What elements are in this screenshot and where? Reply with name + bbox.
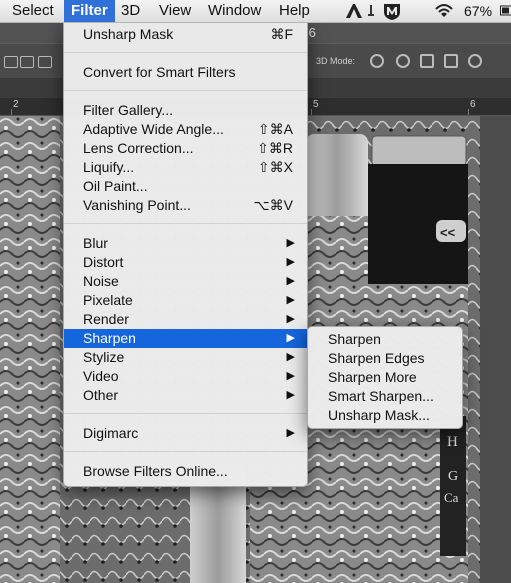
sharpen-submenu: Sharpen Sharpen Edges Sharpen More Smart…: [307, 326, 463, 429]
submenu-arrow-icon: ▶: [286, 332, 295, 344]
3d-mode-label: 3D Mode:: [316, 56, 356, 66]
submenu-arrow-icon: ▶: [286, 351, 295, 363]
submenu-arrow-icon: ▶: [286, 370, 295, 382]
menu-item-unsharp-mask-last[interactable]: Unsharp Mask ⌘F: [64, 25, 307, 44]
3d-orbit-icon[interactable]: [370, 54, 384, 68]
menu-item-browse-filters-online[interactable]: Browse Filters Online...: [64, 462, 307, 481]
wifi-icon[interactable]: [434, 0, 454, 22]
menu-item-vanishing-point[interactable]: Vanishing Point... ⌥⌘V: [64, 196, 307, 215]
menu-item-oil-paint[interactable]: Oil Paint...: [64, 177, 307, 196]
menu-item-noise[interactable]: Noise ▶: [64, 272, 307, 291]
menu-select[interactable]: Select: [5, 0, 61, 22]
label-letter: G: [448, 469, 458, 484]
menu-item-convert-smart-filters[interactable]: Convert for Smart Filters: [64, 63, 307, 82]
menu-separator: [64, 413, 307, 414]
menu-view[interactable]: View: [152, 0, 198, 22]
menu-separator: [64, 223, 307, 224]
battery-percent: 67%: [464, 3, 493, 19]
menu-item-sharpen[interactable]: Sharpen ▶: [64, 329, 307, 348]
submenu-item-smart-sharpen[interactable]: Smart Sharpen...: [308, 387, 462, 406]
menu-item-distort[interactable]: Distort ▶: [64, 253, 307, 272]
filter-menu: Unsharp Mask ⌘F Convert for Smart Filter…: [63, 22, 308, 487]
menu-help[interactable]: Help: [272, 0, 317, 22]
menu-3d[interactable]: 3D: [114, 0, 147, 22]
menu-item-digimarc[interactable]: Digimarc ▶: [64, 424, 307, 443]
ruler-tick: 2: [13, 99, 19, 110]
menu-separator: [64, 451, 307, 452]
submenu-arrow-icon: ▶: [286, 275, 295, 287]
3d-roll-icon[interactable]: [396, 54, 410, 68]
mcafee-icon[interactable]: [381, 0, 403, 22]
menu-item-pixelate[interactable]: Pixelate ▶: [64, 291, 307, 310]
menu-item-video[interactable]: Video ▶: [64, 367, 307, 386]
menu-separator: [64, 90, 307, 91]
menu-item-blur[interactable]: Blur ▶: [64, 234, 307, 253]
menu-item-stylize[interactable]: Stylize ▶: [64, 348, 307, 367]
submenu-item-sharpen-more[interactable]: Sharpen More: [308, 368, 462, 387]
menu-item-render[interactable]: Render ▶: [64, 310, 307, 329]
battery-icon[interactable]: [500, 0, 511, 22]
submenu-arrow-icon: ▶: [286, 389, 295, 401]
menu-separator: [64, 52, 307, 53]
menu-window[interactable]: Window: [201, 0, 268, 22]
submenu-arrow-icon: ▶: [286, 313, 295, 325]
submenu-arrow-icon: ▶: [286, 237, 295, 249]
align-top-icon[interactable]: [4, 56, 18, 68]
mac-menu-bar: Select Filter 3D View Window Help 67%: [0, 0, 511, 23]
menu-item-adaptive-wide-angle[interactable]: Adaptive Wide Angle... ⇧⌘A: [64, 120, 307, 139]
ruler-tick: 5: [313, 99, 319, 110]
ruler-tick: 6: [470, 99, 476, 110]
sync-icon[interactable]: [366, 0, 376, 22]
3d-scale-icon[interactable]: [468, 54, 482, 68]
menu-item-liquify[interactable]: Liquify... ⇧⌘X: [64, 158, 307, 177]
adobe-icon[interactable]: [344, 0, 364, 22]
submenu-arrow-icon: ▶: [286, 427, 295, 439]
menu-item-filter-gallery[interactable]: Filter Gallery...: [64, 101, 307, 120]
menu-item-other[interactable]: Other ▶: [64, 386, 307, 405]
menu-filter[interactable]: Filter: [64, 0, 115, 22]
align-center-icon[interactable]: [20, 56, 34, 68]
submenu-arrow-icon: ▶: [286, 294, 295, 306]
3d-slide-icon[interactable]: [444, 54, 458, 68]
submenu-item-sharpen[interactable]: Sharpen: [308, 330, 462, 349]
3d-pan-icon[interactable]: [420, 54, 434, 68]
bottle-badge: <<: [440, 225, 456, 240]
label-letter: H: [447, 434, 458, 450]
submenu-arrow-icon: ▶: [286, 256, 295, 268]
submenu-item-sharpen-edges[interactable]: Sharpen Edges: [308, 349, 462, 368]
submenu-item-unsharp-mask[interactable]: Unsharp Mask...: [308, 406, 462, 425]
label-letter: Ca: [444, 490, 459, 505]
align-bottom-icon[interactable]: [38, 56, 52, 68]
menu-item-lens-correction[interactable]: Lens Correction... ⇧⌘R: [64, 139, 307, 158]
